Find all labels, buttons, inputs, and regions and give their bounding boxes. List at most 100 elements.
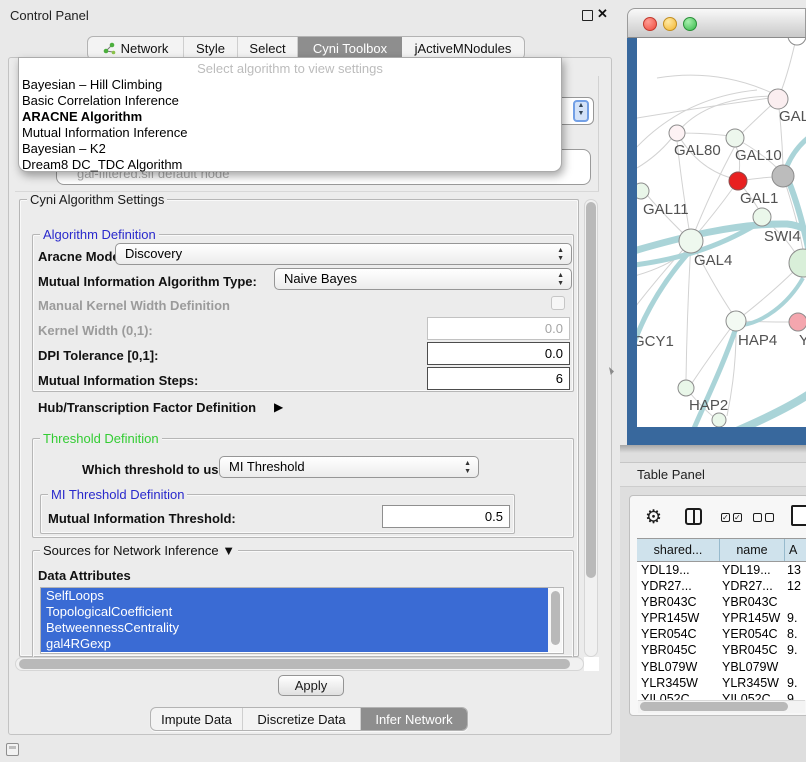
network-node-swi4[interactable] xyxy=(753,208,771,226)
network-node-hap2[interactable] xyxy=(678,380,694,396)
node-table: shared... name A YDL19...YDL19...13YDR27… xyxy=(637,538,806,700)
data-attributes-list[interactable]: SelfLoopsTopologicalCoefficientBetweenne… xyxy=(40,587,564,654)
table-row[interactable]: YDL19...YDL19...13 xyxy=(637,562,806,578)
table-row[interactable]: YBL079WYBL079W xyxy=(637,659,806,675)
data-attribute-item-selected[interactable]: gal4RGexp xyxy=(41,636,549,652)
algorithm-option[interactable]: Mutual Information Inference xyxy=(19,125,561,141)
which-threshold-combobox[interactable]: MI Threshold ▲▼ xyxy=(219,456,479,478)
table-cell: 13 xyxy=(787,562,806,578)
table-cell: YPR145W xyxy=(722,610,782,626)
column-header-name[interactable]: name xyxy=(720,539,785,561)
restore-panel-icon[interactable] xyxy=(6,743,19,756)
table-row[interactable]: YER054CYER054C8. xyxy=(637,626,806,642)
hub-expand-arrow-icon[interactable]: ▶ xyxy=(274,400,283,414)
gear-icon[interactable]: ⚙ xyxy=(645,506,662,529)
network-node-gal80[interactable] xyxy=(669,125,685,141)
network-node[interactable] xyxy=(772,165,794,187)
tab-impute-label: Impute Data xyxy=(161,712,232,727)
dpi-tolerance-label: DPI Tolerance [0,1]: xyxy=(38,348,158,363)
algorithm-option[interactable]: Bayesian – K2 xyxy=(19,141,561,157)
window-zoom-button[interactable] xyxy=(683,17,697,31)
tab-jactivemnodules[interactable]: jActiveMNodules xyxy=(402,37,524,59)
network-node-gal4[interactable] xyxy=(679,229,703,253)
columns-icon[interactable] xyxy=(685,508,702,525)
node-label: GAL1 xyxy=(740,190,778,207)
mi-type-combobox[interactable]: Naive Bayes ▲▼ xyxy=(274,268,572,290)
table-row[interactable]: YBR043CYBR043C xyxy=(637,594,806,610)
manual-kernel-checkbox[interactable] xyxy=(551,296,565,310)
table-row[interactable]: YBR045CYBR045C9. xyxy=(637,642,806,658)
kernel-width-field[interactable]: 0.0 xyxy=(427,317,570,340)
mi-type-label: Mutual Information Algorithm Type: xyxy=(38,274,257,289)
table-cell: YBR043C xyxy=(722,594,782,610)
network-canvas[interactable]: GALGAL80GAL10GAL1GAL11SWI4GAL4GCY1HAP4YH… xyxy=(637,38,806,427)
network-node-gal[interactable] xyxy=(768,89,788,109)
tab-style[interactable]: Style xyxy=(184,37,238,59)
tab-impute-data[interactable]: Impute Data xyxy=(151,708,243,730)
network-node[interactable] xyxy=(788,38,806,45)
network-window-titlebar[interactable] xyxy=(627,8,806,38)
network-node-y[interactable] xyxy=(789,313,806,331)
table-cell: 9. xyxy=(787,675,806,691)
mi-threshold-field[interactable]: 0.5 xyxy=(382,505,510,528)
algorithm-options-list: Bayesian – Hill ClimbingBasic Correlatio… xyxy=(19,77,561,173)
node-label: GCY1 xyxy=(637,333,674,350)
table-cell: YDR27... xyxy=(641,578,717,594)
table-panel-title: Table Panel xyxy=(637,467,705,482)
table-body: YDL19...YDL19...13YDR27...YDR27...12YBR0… xyxy=(637,562,806,700)
window-shadow xyxy=(620,445,806,453)
new-table-file-icon[interactable] xyxy=(791,505,806,526)
deselect-all-columns-icon[interactable] xyxy=(753,513,774,522)
network-node[interactable] xyxy=(712,413,726,427)
table-cell: YIL052C xyxy=(722,691,782,700)
close-icon[interactable]: ✕ xyxy=(597,6,608,22)
aracne-mode-combobox[interactable]: Discovery ▲▼ xyxy=(115,243,572,265)
algorithm-option[interactable]: Dream8 DC_TDC Algorithm xyxy=(19,157,561,173)
tab-select[interactable]: Select xyxy=(238,37,298,59)
sources-collapse-arrow-icon[interactable]: ▼ xyxy=(222,543,235,558)
tab-cyni-toolbox[interactable]: Cyni Toolbox xyxy=(298,37,402,59)
mi-steps-field[interactable]: 6 xyxy=(427,367,570,390)
table-row[interactable]: YDR27...YDR27...12 xyxy=(637,578,806,594)
attributes-scrollbar[interactable] xyxy=(548,588,562,652)
table-row[interactable]: YLR345WYLR345W9. xyxy=(637,675,806,691)
node-label: Y xyxy=(799,332,806,349)
network-icon xyxy=(103,42,116,55)
hub-section-label[interactable]: Hub/Transcription Factor Definition xyxy=(38,400,256,415)
network-node-gal10[interactable] xyxy=(726,129,744,147)
window-close-button[interactable] xyxy=(643,17,657,31)
data-attribute-item-selected[interactable]: BetweennessCentrality xyxy=(41,620,549,636)
algorithm-option[interactable]: Bayesian – Hill Climbing xyxy=(19,77,561,93)
tab-network[interactable]: Network xyxy=(88,37,184,59)
network-node-gal11[interactable] xyxy=(637,183,649,199)
which-threshold-value: MI Threshold xyxy=(229,459,305,474)
sources-title[interactable]: Sources for Network Inference ▼ xyxy=(40,543,238,558)
tab-infer-network[interactable]: Infer Network xyxy=(361,708,467,730)
settings-vscrollbar-thumb[interactable] xyxy=(586,202,596,578)
table-row[interactable]: YIL052CYIL052C9 xyxy=(637,691,806,700)
data-attribute-item-selected[interactable]: TopologicalCoefficient xyxy=(41,604,549,620)
apply-button[interactable]: Apply xyxy=(278,675,344,696)
table-hscrollbar-thumb[interactable] xyxy=(640,702,788,711)
tab-network-label: Network xyxy=(121,41,169,56)
algorithm-option[interactable]: Basic Correlation Inference xyxy=(19,93,561,109)
select-all-columns-icon[interactable]: ✓ ✓ xyxy=(721,513,742,522)
network-node-gal1[interactable] xyxy=(729,172,747,190)
data-attribute-item-selected[interactable]: SelfLoops xyxy=(41,588,549,604)
combobox-spinner-focused[interactable]: ▲▼ xyxy=(573,100,589,122)
bottom-tabstrip: Impute Data Discretize Data Infer Networ… xyxy=(150,707,468,731)
dpi-tolerance-field[interactable]: 0.0 xyxy=(427,342,570,365)
settings-hscrollbar-thumb[interactable] xyxy=(19,659,570,669)
table-row[interactable]: YPR145WYPR145W9. xyxy=(637,610,806,626)
app-screen: Control Panel ✕ Network Style Select Cyn… xyxy=(0,0,806,762)
float-panel-icon[interactable] xyxy=(582,10,593,21)
window-minimize-button[interactable] xyxy=(663,17,677,31)
column-header-clipped[interactable]: A xyxy=(785,539,806,561)
column-header-shared-name[interactable]: shared... xyxy=(637,539,720,561)
spinner-icon: ▲▼ xyxy=(557,272,564,288)
algorithm-option[interactable]: ARACNE Algorithm xyxy=(19,109,561,125)
network-node-hap4[interactable] xyxy=(726,311,746,331)
table-cell: YLR345W xyxy=(722,675,782,691)
attributes-scrollbar-thumb[interactable] xyxy=(551,591,560,645)
tab-discretize-data[interactable]: Discretize Data xyxy=(243,708,361,730)
